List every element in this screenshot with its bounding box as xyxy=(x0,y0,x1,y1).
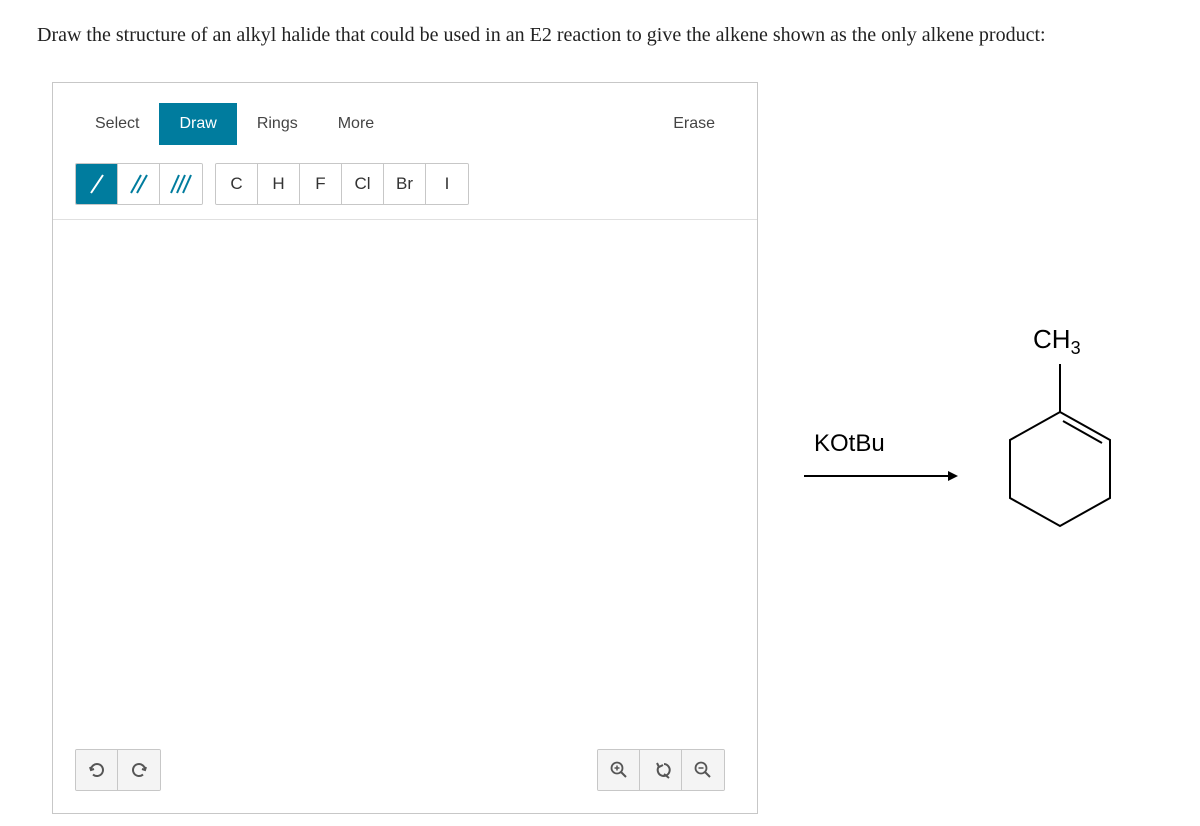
bond-double[interactable] xyxy=(118,164,160,204)
drawing-editor: Select Draw Rings More Erase xyxy=(52,82,758,814)
toolbar-tabs: Select Draw Rings More xyxy=(75,103,394,145)
toolbar-secondary: C H F Cl Br I xyxy=(53,151,757,220)
atom-i[interactable]: I xyxy=(426,164,468,204)
product-molecule xyxy=(960,320,1150,580)
atom-f[interactable]: F xyxy=(300,164,342,204)
zoom-in-button[interactable] xyxy=(598,750,640,790)
reaction-arrow xyxy=(800,466,960,486)
tab-select[interactable]: Select xyxy=(75,103,159,145)
atom-h[interactable]: H xyxy=(258,164,300,204)
atom-c[interactable]: C xyxy=(216,164,258,204)
bond-single[interactable] xyxy=(76,164,118,204)
atom-cl[interactable]: Cl xyxy=(342,164,384,204)
toolbar-primary: Select Draw Rings More Erase xyxy=(53,83,757,145)
redo-button[interactable] xyxy=(118,750,160,790)
tab-draw[interactable]: Draw xyxy=(159,103,236,145)
bond-buttons xyxy=(75,163,203,205)
zoom-group xyxy=(597,749,725,791)
erase-button[interactable]: Erase xyxy=(653,103,735,145)
atom-buttons: C H F Cl Br I xyxy=(215,163,469,205)
zoom-reset-button[interactable] xyxy=(640,750,682,790)
zoom-out-button[interactable] xyxy=(682,750,724,790)
undo-redo-group xyxy=(75,749,161,791)
reagent-label: KOtBu xyxy=(814,430,885,458)
tab-rings[interactable]: Rings xyxy=(237,103,318,145)
tab-more[interactable]: More xyxy=(318,103,394,145)
undo-button[interactable] xyxy=(76,750,118,790)
bond-triple[interactable] xyxy=(160,164,202,204)
question-prompt: Draw the structure of an alkyl halide th… xyxy=(37,24,1046,47)
atom-br[interactable]: Br xyxy=(384,164,426,204)
